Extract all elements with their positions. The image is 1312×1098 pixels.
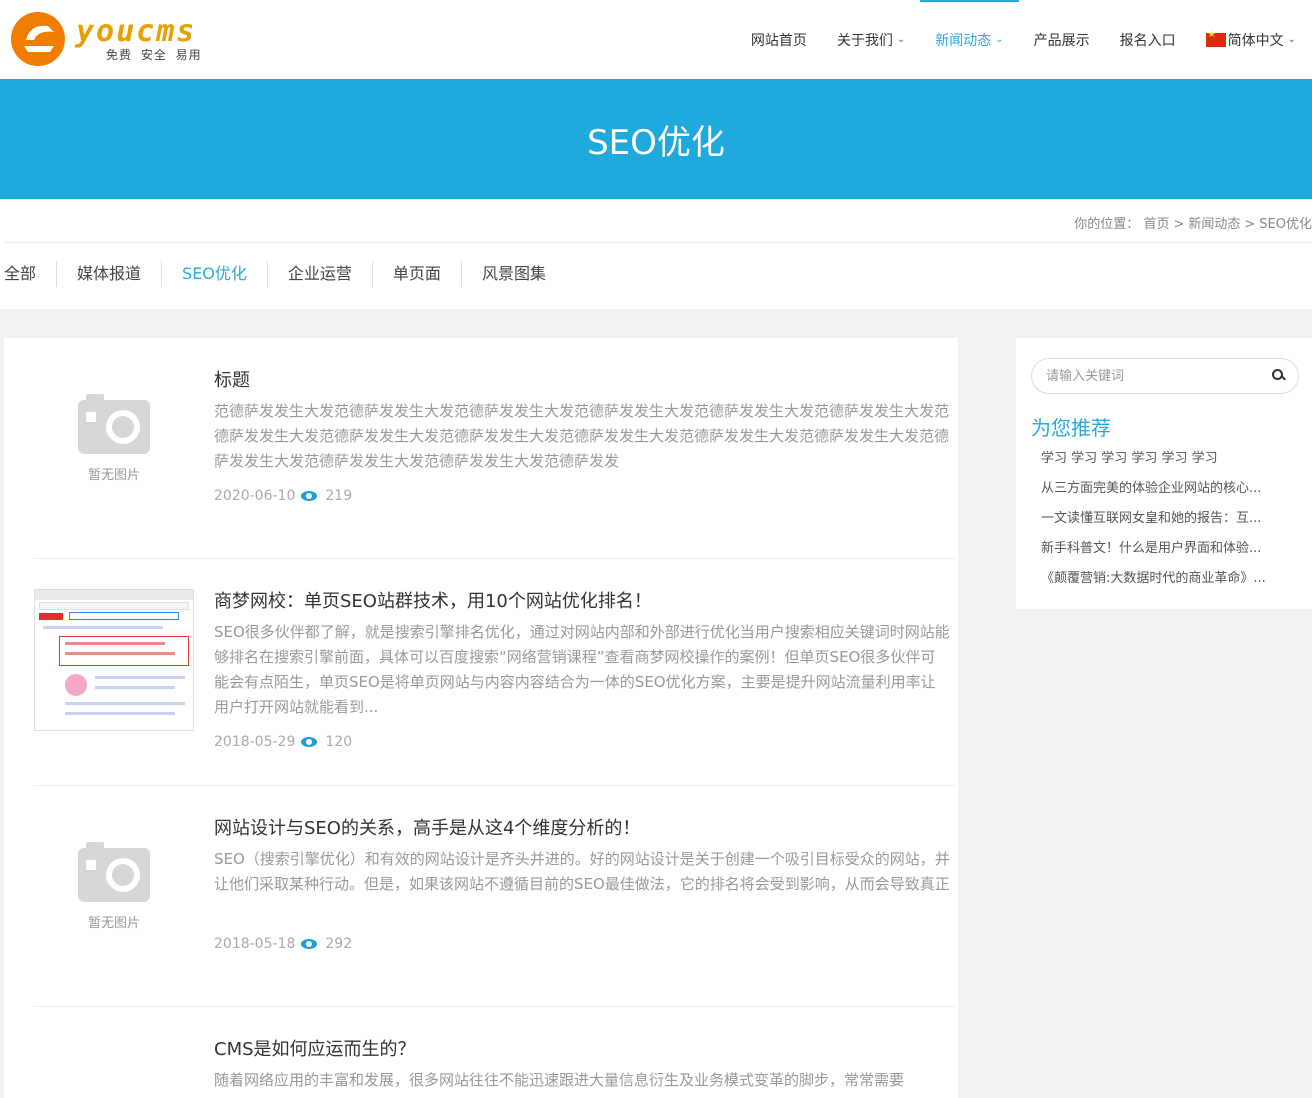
sidebar: 为您推荐 学习 学习 学习 学习 学习 学习 从三方面完美的体验企业网站的核心.… [1016,338,1312,609]
breadcrumb: 你的位置： 首页 > 新闻动态 > SEO优化 [1074,213,1312,232]
post-thumbnail[interactable]: 暂无图片 [34,818,194,960]
category-operations[interactable]: 企业运营 [266,261,372,287]
chevron-down-icon: ⌄ [1287,34,1296,45]
site-header: youcms 免费 安全 易用 网站首页 关于我们 ⌄ 新闻动态 ⌄ 产品展示 报名… [0,0,1312,79]
nav-about[interactable]: 关于我们 ⌄ [822,0,920,79]
post-date: 2018-05-18 [214,936,296,952]
divider [34,558,956,559]
category-tabs: 全部 媒体报道 SEO优化 企业运营 单页面 风景图集 [4,261,566,287]
breadcrumb-home[interactable]: 首页 [1143,217,1169,232]
china-flag-icon [1205,30,1226,47]
post-excerpt: SEO（搜索引擎优化）和有效的网站设计是齐头并进的。好的网站设计是关于创建一个吸… [214,850,950,893]
nav-label: 报名入口 [1119,32,1176,49]
nav-label: 新闻动态 [935,32,992,49]
post-excerpt: SEO很多伙伴都了解，就是搜索引擎排名优化，通过对网站内部和外部进行优化当用户搜… [214,623,950,716]
search-icon[interactable] [1272,369,1284,381]
nav-label: 关于我们 [836,32,893,49]
post-title-text: 网站设计与SEO的关系，高手是从这4个维度分析的！ [214,818,641,839]
search-box [1031,358,1299,394]
post-title-text: 商梦网校：单页SEO站群技术，用10个网站优化排名！ [214,591,652,612]
breadcrumb-bar: 你的位置： 首页 > 新闻动态 > SEO优化 全部 媒体报道 SEO优化 企业运营 单… [0,199,1312,309]
category-all[interactable]: 全部 [4,261,56,287]
post-excerpt: 范德萨发发生大发范德萨发发生大发范德萨发发生大发范德萨发发生大发范德萨发发生大发… [214,402,950,470]
logo-tagline: 免费 安全 易用 [106,48,202,62]
breadcrumb-current[interactable]: SEO优化 [1259,217,1312,232]
logo-mark-icon [11,12,65,66]
recommend-item[interactable]: 学习 学习 学习 学习 学习 学习 [1041,448,1291,478]
nav-label: 产品展示 [1033,32,1090,49]
breadcrumb-separator: > [1173,217,1185,232]
post-date: 2020-06-10 [214,488,296,504]
recommend-item[interactable]: 新手科普文！什么是用户界面和体验... [1041,538,1291,568]
chevron-down-icon: ⌄ [995,34,1004,45]
main-nav: 网站首页 关于我们⌄ 新闻动态⌄ 产品展示 报名入口 简体中文⌄ [736,0,1300,79]
nav-home[interactable]: 网站首页 [736,0,822,79]
breadcrumb-news[interactable]: 新闻动态 [1188,217,1240,232]
recommend-list: 学习 学习 学习 学习 学习 学习 从三方面完美的体验企业网站的核心... 一文… [1041,448,1291,598]
eye-icon [301,737,318,747]
post-thumbnail[interactable] [34,589,194,731]
nav-products[interactable]: 产品展示 [1019,0,1105,79]
search-input[interactable] [1046,359,1266,393]
category-single-page[interactable]: 单页面 [371,261,461,287]
logo-text: youcms [76,14,197,49]
camera-icon [78,841,150,902]
post-date: 2018-05-29 [214,734,296,750]
category-seo[interactable]: SEO优化 [161,261,267,287]
language-selector[interactable]: 简体中文⌄ [1191,0,1300,79]
nav-label: 网站首页 [750,32,807,49]
chevron-down-icon: ⌄ [896,34,906,45]
category-gallery[interactable]: 风景图集 [460,261,566,287]
page-banner: SEO优化 [0,79,1312,199]
nav-signup[interactable]: 报名入口 [1105,0,1191,79]
post-title-text: CMS是如何应运而生的？ [214,1039,416,1060]
site-logo[interactable]: youcms 免费 安全 易用 [8,10,228,68]
post-thumbnail[interactable]: 暂无图片 [34,370,194,512]
post-meta: 2018-05-29 120 [214,734,352,750]
no-image-label: 暂无图片 [87,467,140,483]
post-meta: 2018-05-18 292 [214,936,352,952]
nav-news[interactable]: 新闻动态 ⌄ [920,0,1020,79]
category-media[interactable]: 媒体报道 [56,261,161,287]
breadcrumb-separator: > [1244,217,1256,232]
camera-icon [78,393,150,454]
post-views: 120 [325,734,353,750]
recommend-item[interactable]: 《颠覆营销:大数据时代的商业革命》... [1041,568,1291,598]
post-title-text: 标题 [214,370,250,391]
no-image-label: 暂无图片 [87,915,140,931]
article-list: 暂无图片 标题 范德萨发发生大发范德萨发发生大发范德萨发发生大发范德萨发发生大发… [4,338,958,1098]
divider [34,785,956,786]
breadcrumb-prefix: 你的位置： [1074,217,1140,232]
divider [4,242,1312,243]
eye-icon [301,939,318,949]
divider [34,1006,956,1007]
post-views: 219 [325,488,353,504]
post-excerpt: 随着网络应用的丰富和发展，很多网站往往不能迅速跟进大量信息衍生及业务模式变革的脚… [214,1071,905,1089]
recommend-item[interactable]: 一文读懂互联网女皇和她的报告：互... [1041,508,1291,538]
post-views: 292 [325,936,353,952]
language-label: 简体中文 [1227,32,1284,49]
post-meta: 2020-06-10 219 [214,488,352,504]
recommend-item[interactable]: 从三方面完美的体验企业网站的核心... [1041,478,1291,508]
page-title: SEO优化 [587,122,725,163]
eye-icon [301,491,318,501]
recommend-title: 为您推荐 [1031,416,1111,440]
